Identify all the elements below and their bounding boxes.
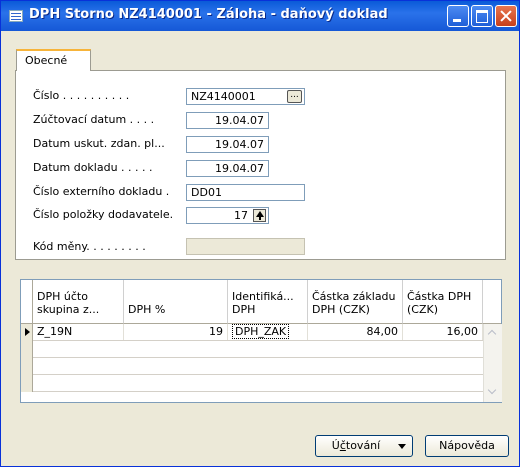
externi-doklad-field[interactable]: DD01 — [186, 184, 305, 201]
datum-dokladu-label: Datum dokladu . . . . . — [33, 161, 153, 174]
window-title: DPH Storno NZ4140001 - Záloha - daňový d… — [29, 7, 388, 22]
lookup-button[interactable]: ... — [287, 90, 302, 103]
napoveda-button[interactable]: Nápověda — [425, 435, 509, 457]
header-text: DPH účto skupina z... — [37, 290, 100, 316]
header-text: Částka základu DPH (CZK) — [312, 290, 396, 316]
table-row[interactable] — [21, 341, 483, 358]
cislo-value: NZ4140001 — [191, 90, 256, 103]
cell-zaklad[interactable]: 84,00 — [308, 324, 403, 340]
cell-identifikace-value: DPH_ZAK — [232, 324, 290, 339]
document-icon — [9, 10, 23, 22]
close-button[interactable] — [495, 5, 517, 27]
tab-obecne[interactable]: Obecné — [16, 49, 91, 71]
column-header-procento[interactable]: DPH % — [124, 280, 228, 324]
row-selector-header — [21, 280, 33, 324]
row-selector[interactable] — [21, 341, 33, 358]
zuctovaci-datum-label: Zúčtovací datum . . . . — [33, 113, 155, 126]
kod-meny-field[interactable] — [186, 238, 305, 255]
datum-dokladu-field[interactable]: 19.04.07 — [186, 160, 269, 177]
table-row[interactable] — [21, 358, 483, 375]
header-text: Částka DPH (CZK) — [407, 290, 472, 316]
column-header-skupina[interactable]: DPH účto skupina z... — [33, 280, 124, 324]
kod-meny-label: Kód měny. . . . . . . . . — [33, 240, 146, 253]
uctovani-button[interactable]: Účtování — [315, 435, 413, 457]
row-selector[interactable] — [21, 324, 33, 341]
maximize-button[interactable] — [471, 5, 493, 27]
externi-doklad-label: Číslo externího dokladu . — [33, 185, 170, 198]
vertical-scrollbar[interactable] — [483, 324, 502, 402]
dph-lines-grid: DPH účto skupina z... DPH % Identifiká..… — [20, 279, 502, 403]
zuctovaci-datum-field[interactable]: 19.04.07 — [186, 112, 269, 129]
column-header-zaklad[interactable]: Částka základu DPH (CZK) — [308, 280, 403, 324]
cell-castka[interactable]: 16,00 — [403, 324, 483, 340]
arrow-up-icon[interactable] — [253, 209, 266, 222]
row-selector[interactable] — [21, 375, 33, 392]
scroll-up-icon[interactable] — [485, 326, 501, 342]
title-bar[interactable]: DPH Storno NZ4140001 - Záloha - daňový d… — [1, 1, 519, 31]
uctovani-label-prefix: Ú — [331, 439, 340, 452]
uctovani-label-rest: tování — [345, 439, 381, 452]
datum-uskut-label: Datum uskut. zdan. pl... — [33, 137, 165, 150]
cell-procento[interactable]: 19 — [124, 324, 228, 340]
chevron-down-icon — [398, 444, 406, 449]
cislo-label: Číslo . . . . . . . . . . — [33, 89, 130, 102]
scroll-down-icon[interactable] — [485, 384, 501, 400]
row-selector[interactable] — [21, 358, 33, 375]
polozka-dodavatele-label: Číslo položky dodavatele. — [33, 208, 174, 221]
column-header-identifikace[interactable]: Identifiká... DPH — [228, 280, 308, 324]
table-row[interactable] — [21, 375, 483, 392]
header-text: Identifiká... DPH — [232, 290, 294, 316]
tab-label: Obecné — [25, 54, 68, 67]
minimize-button[interactable] — [447, 5, 469, 27]
header-text: DPH % — [128, 303, 166, 316]
cell-identifikace[interactable]: DPH_ZAK — [228, 324, 308, 340]
cell-skupina[interactable]: Z_19N — [33, 324, 124, 340]
datum-uskut-field[interactable]: 19.04.07 — [186, 136, 269, 153]
column-header-castka[interactable]: Částka DPH (CZK) — [403, 280, 483, 324]
dialog-window: DPH Storno NZ4140001 - Záloha - daňový d… — [0, 0, 520, 467]
current-row-icon — [25, 328, 30, 336]
header-filler — [483, 280, 501, 324]
table-row[interactable]: Z_19N 19 DPH_ZAK 84,00 16,00 — [21, 324, 483, 341]
